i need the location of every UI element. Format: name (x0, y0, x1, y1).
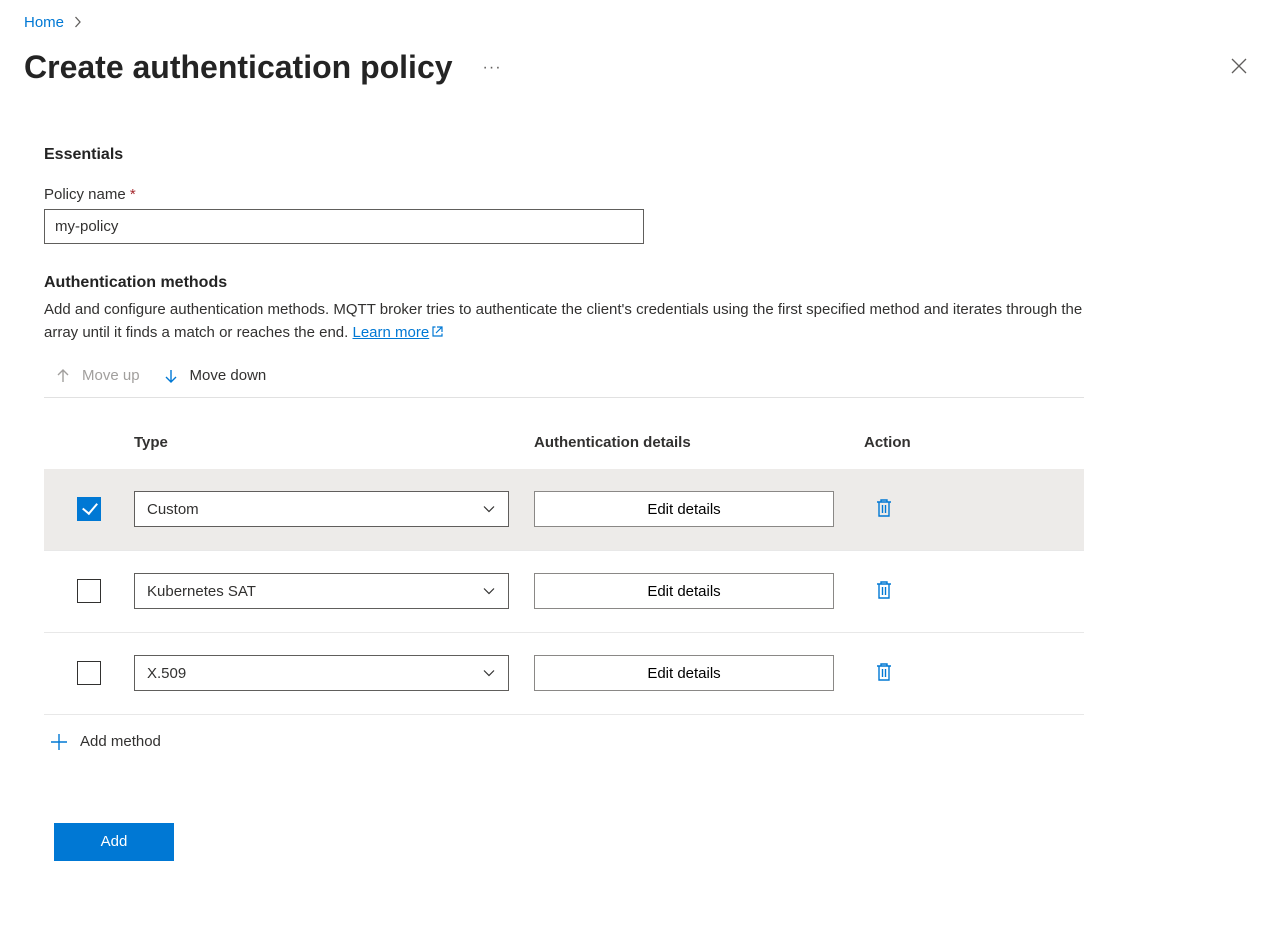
edit-details-button[interactable]: Edit details (534, 573, 834, 609)
essentials-heading: Essentials (44, 146, 1084, 164)
move-up-label: Move up (82, 367, 140, 384)
trash-icon (874, 497, 894, 519)
move-down-button[interactable]: Move down (162, 367, 267, 385)
type-select-value: Custom (147, 501, 199, 518)
row-checkbox[interactable] (77, 579, 101, 603)
col-type: Type (134, 434, 534, 451)
table-row: Custom Edit details (44, 469, 1084, 551)
auth-methods-description: Add and configure authentication methods… (44, 298, 1084, 345)
table-row: X.509 Edit details (44, 633, 1084, 715)
methods-table: Type Authentication details Action Custo… (44, 434, 1084, 715)
table-row: Kubernetes SAT Edit details (44, 551, 1084, 633)
edit-details-button[interactable]: Edit details (534, 655, 834, 691)
row-checkbox[interactable] (77, 497, 101, 521)
type-select[interactable]: Kubernetes SAT (134, 573, 509, 609)
policy-name-input[interactable] (44, 209, 644, 244)
breadcrumb: Home (24, 14, 1252, 31)
close-button[interactable] (1226, 53, 1252, 82)
learn-more-link[interactable]: Learn more (353, 324, 445, 341)
type-select[interactable]: X.509 (134, 655, 509, 691)
plus-icon (50, 733, 68, 751)
policy-name-label: Policy name * (44, 186, 1084, 203)
more-actions-button[interactable]: ··· (483, 59, 502, 77)
add-method-label: Add method (80, 733, 161, 750)
page-header: Create authentication policy ··· (24, 49, 1252, 86)
chevron-down-icon (482, 666, 496, 680)
trash-icon (874, 661, 894, 683)
col-details: Authentication details (534, 434, 864, 451)
add-button[interactable]: Add (54, 823, 174, 861)
breadcrumb-home[interactable]: Home (24, 14, 64, 31)
delete-row-button[interactable] (874, 661, 894, 683)
chevron-down-icon (482, 502, 496, 516)
delete-row-button[interactable] (874, 497, 894, 519)
add-method-button[interactable]: Add method (44, 715, 1084, 769)
move-up-button: Move up (54, 367, 140, 385)
type-select-value: Kubernetes SAT (147, 583, 256, 600)
table-header-row: Type Authentication details Action (44, 434, 1084, 469)
trash-icon (874, 579, 894, 601)
move-down-label: Move down (190, 367, 267, 384)
auth-methods-heading: Authentication methods (44, 274, 1084, 292)
delete-row-button[interactable] (874, 579, 894, 601)
move-toolbar: Move up Move down (44, 361, 1084, 398)
chevron-right-icon (72, 15, 84, 31)
type-select[interactable]: Custom (134, 491, 509, 527)
page-title: Create authentication policy (24, 49, 453, 86)
type-select-value: X.509 (147, 665, 186, 682)
edit-details-button[interactable]: Edit details (534, 491, 834, 527)
col-action: Action (864, 434, 1084, 451)
row-checkbox[interactable] (77, 661, 101, 685)
chevron-down-icon (482, 584, 496, 598)
